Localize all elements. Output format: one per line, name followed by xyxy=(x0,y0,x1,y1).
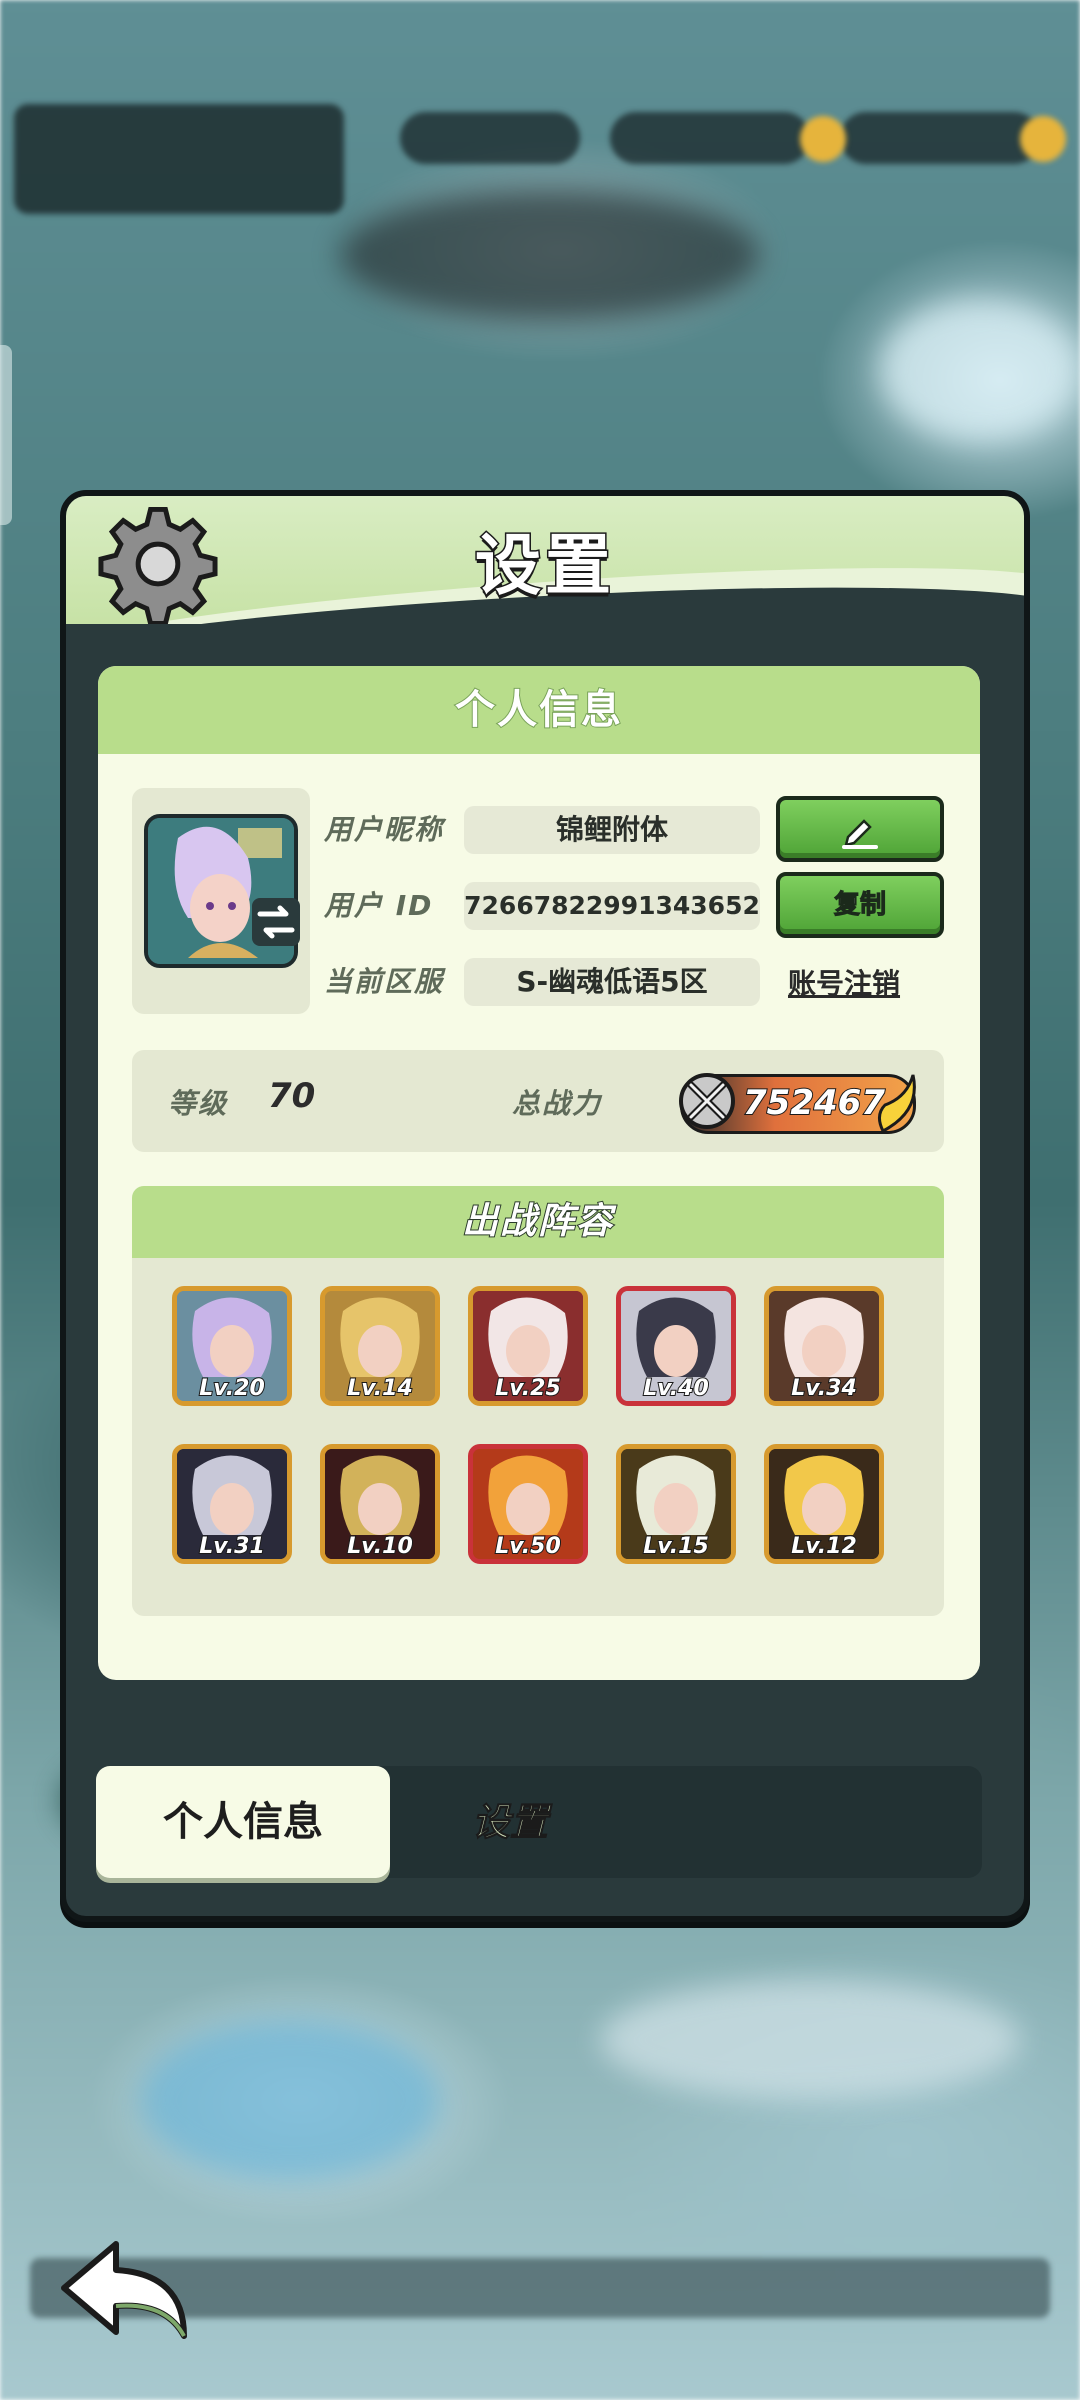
resource-bar-3 xyxy=(840,112,1040,164)
level-value: 70 xyxy=(268,1076,316,1116)
profile-card: 个人信息 用户昵称 锦鲤附体 xyxy=(98,666,980,1680)
hero-card[interactable]: Lv.15 xyxy=(616,1444,736,1564)
server-label: 当前区服 xyxy=(324,965,445,998)
pencil-icon xyxy=(842,819,878,849)
coin-icon-2 xyxy=(1020,116,1066,162)
flame-icon xyxy=(878,1074,916,1134)
delete-account-link[interactable]: 账号注销 xyxy=(788,962,900,1002)
power-value: 752467 xyxy=(742,1082,886,1124)
user-id-field: 7266782299134365‌2 xyxy=(464,882,760,930)
stats-bar: 等级 70 总战力 752467 xyxy=(132,1050,944,1152)
hero-level: Lv.50 xyxy=(494,1533,562,1559)
lineup-header: 出战阵容 xyxy=(132,1186,944,1258)
coin-icon xyxy=(800,116,846,162)
user-id-label: 用户 ID xyxy=(324,889,434,922)
hero-card[interactable]: Lv.50 xyxy=(468,1444,588,1564)
hero-level: Lv.34 xyxy=(790,1375,858,1401)
edit-nickname-button[interactable] xyxy=(776,796,944,862)
profile-card-header: 个人信息 xyxy=(98,666,980,754)
hero-card[interactable]: Lv.40 xyxy=(616,1286,736,1406)
battle-lineup: 出战阵容 Lv.20 Lv.14 Lv.25 Lv.40 Lv.34 Lv.31 Lv.10… xyxy=(132,1186,944,1616)
lineup-title: 出战阵容 xyxy=(461,1200,614,1243)
bg-water-patch xyxy=(140,2020,440,2180)
hero-card[interactable]: Lv.25 xyxy=(468,1286,588,1406)
hero-card[interactable]: Lv.20 xyxy=(172,1286,292,1406)
bg-rock-patch xyxy=(340,190,760,320)
back-arrow-icon[interactable] xyxy=(56,2236,196,2346)
server-field: S-幽魂低语5区 xyxy=(464,958,760,1006)
hero-card[interactable]: Lv.14 xyxy=(320,1286,440,1406)
hero-level: Lv.20 xyxy=(198,1375,266,1401)
hero-card[interactable]: Lv.31 xyxy=(172,1444,292,1564)
copy-id-button[interactable]: 复制 xyxy=(776,872,944,938)
hero-card[interactable]: Lv.12 xyxy=(764,1444,884,1564)
nickname-field: 锦鲤附体 xyxy=(464,806,760,854)
hero-card[interactable]: Lv.34 xyxy=(764,1286,884,1406)
hero-level: Lv.14 xyxy=(346,1375,414,1401)
tab-bar: 个人信息 设置 xyxy=(96,1766,982,1878)
crossed-swords-icon xyxy=(679,1073,735,1129)
bg-snow-patch xyxy=(880,300,1080,440)
tab-profile-info[interactable]: 个人信息 xyxy=(96,1766,390,1878)
resource-bar-1 xyxy=(400,112,580,164)
hero-card[interactable]: Lv.10 xyxy=(320,1444,440,1564)
power-badge: 752467 xyxy=(679,1073,916,1134)
level-label: 等级 xyxy=(168,1087,229,1120)
profile-section-title: 个人信息 xyxy=(454,686,623,734)
swap-avatar-icon[interactable] xyxy=(252,898,300,946)
hero-level: Lv.25 xyxy=(494,1375,562,1401)
hero-level: Lv.15 xyxy=(642,1533,710,1559)
hero-level: Lv.31 xyxy=(198,1533,266,1559)
power-label: 总战力 xyxy=(512,1087,603,1120)
panel-header: 设置 xyxy=(66,496,1024,624)
hero-level: Lv.10 xyxy=(346,1533,414,1559)
tab-settings[interactable]: 设置 xyxy=(390,1766,630,1878)
nickname-label: 用户昵称 xyxy=(324,813,445,846)
player-hud xyxy=(14,104,344,214)
settings-panel: 设置 个人信息 用户昵称 锦鲤附体 用户 ID 7266782299134365… xyxy=(60,490,1030,1922)
side-drawer-handle[interactable] xyxy=(0,345,12,525)
hero-level: Lv.40 xyxy=(642,1375,710,1401)
bg-road-patch xyxy=(600,1980,1020,2100)
avatar-box xyxy=(132,788,310,1014)
hero-level: Lv.12 xyxy=(790,1533,858,1559)
panel-title: 设置 xyxy=(474,526,615,606)
resource-bar-2 xyxy=(610,112,810,164)
